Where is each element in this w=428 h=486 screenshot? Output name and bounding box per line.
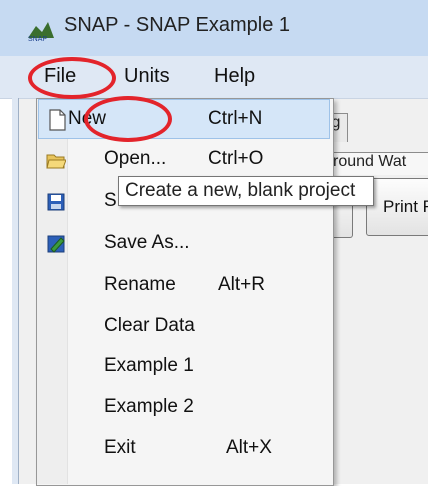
menu-item-save-label: S <box>104 190 117 211</box>
annotation-circle-new <box>84 96 172 142</box>
menu-help[interactable]: Help <box>214 65 255 88</box>
menu-item-rename-label: Rename <box>104 274 176 295</box>
save-as-icon <box>47 235 65 253</box>
menu-item-open-label: Open... <box>104 148 167 169</box>
window-left-frame <box>12 98 19 484</box>
save-icon <box>47 193 65 211</box>
new-document-icon <box>49 109 66 131</box>
menu-item-open[interactable] <box>38 140 330 180</box>
tooltip: Create a new, blank project <box>118 176 374 206</box>
menu-item-open-shortcut: Ctrl+O <box>208 148 264 169</box>
tab-groundwater[interactable]: round Wat <box>326 152 428 175</box>
snap-logo-icon: SNAP <box>28 22 54 42</box>
app-window: SNAP SNAP - SNAP Example 1 File Units He… <box>0 0 428 486</box>
menu-item-exit-label: Exit <box>104 437 136 458</box>
window-title: SNAP - SNAP Example 1 <box>64 14 291 36</box>
menu-item-save-as-label: Save As... <box>104 232 190 253</box>
menu-item-new-shortcut: Ctrl+N <box>208 108 263 129</box>
open-folder-icon <box>46 154 66 169</box>
menu-units[interactable]: Units <box>124 65 170 88</box>
print-button[interactable]: Print F <box>366 178 428 236</box>
menu-item-rename[interactable] <box>38 266 330 306</box>
menu-item-clear-data-label: Clear Data <box>104 315 195 336</box>
menu-item-example-1-label: Example 1 <box>104 355 194 376</box>
svg-text:SNAP: SNAP <box>28 36 47 42</box>
menu-item-exit[interactable] <box>38 428 330 468</box>
menu-item-rename-shortcut: Alt+R <box>218 274 265 295</box>
menu-item-example-2-label: Example 2 <box>104 396 194 417</box>
title-bar: SNAP SNAP - SNAP Example 1 <box>0 0 428 57</box>
menu-item-exit-shortcut: Alt+X <box>226 437 272 458</box>
annotation-circle-file <box>28 57 116 99</box>
